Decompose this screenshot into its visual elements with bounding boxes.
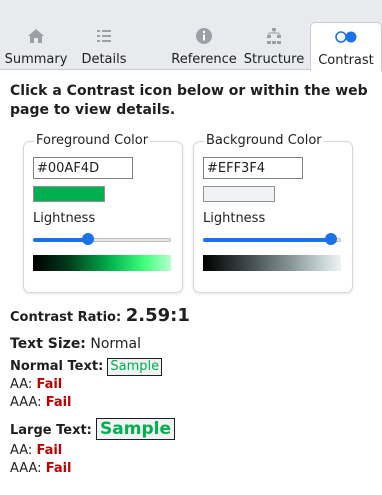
foreground-lightness-gradient (33, 255, 171, 271)
slider-thumb[interactable] (325, 233, 338, 245)
large-text-sample: Sample (96, 418, 175, 440)
tab-summary[interactable]: Summary (2, 22, 70, 70)
tab-reference[interactable]: Reference (164, 22, 244, 70)
contrast-results: Contrast Ratio: 2.59:1 Text Size: Normal… (10, 304, 372, 478)
background-lightness-slider[interactable] (203, 233, 341, 246)
tab-label: Contrast (318, 53, 374, 68)
normal-text-sample: Sample (107, 358, 163, 376)
intro-text: Click a Contrast icon below or within th… (10, 83, 368, 118)
aa-fail-status: Fail (36, 443, 63, 458)
normal-text-row: Normal Text: Sample (10, 358, 372, 376)
aa-label: AA: (10, 377, 33, 392)
background-color-panel: Background Color Lightness (193, 133, 353, 293)
contrast-ratio-row: Contrast Ratio: 2.59:1 (10, 304, 372, 328)
aaa-fail-status: Fail (45, 461, 72, 476)
foreground-swatch (33, 186, 105, 202)
aaa-label: AAA: (10, 395, 42, 410)
aa-fail-status: Fail (36, 377, 63, 392)
tab-label: Reference (171, 52, 237, 67)
large-text-row: Large Text: Sample (10, 418, 372, 442)
list-icon (70, 26, 138, 46)
aaa-fail-status: Fail (45, 395, 72, 410)
tab-label: Summary (4, 52, 68, 67)
normal-aaa-row: AAA: Fail (10, 394, 372, 412)
tab-label: Structure (243, 52, 305, 67)
foreground-color-panel: Foreground Color Lightness (23, 133, 183, 293)
aaa-label: AAA: (10, 461, 42, 476)
background-swatch (203, 186, 275, 202)
large-text-label: Large Text: (10, 423, 92, 438)
aa-label: AA: (10, 443, 33, 458)
color-panels: Foreground Color Lightness Background Co… (23, 133, 368, 293)
home-icon (2, 26, 70, 46)
foreground-legend: Foreground Color (34, 133, 151, 148)
text-size-value: Normal (90, 336, 142, 352)
slider-thumb[interactable] (82, 233, 95, 245)
foreground-hex-input[interactable] (33, 157, 133, 179)
tab-structure[interactable]: Structure (241, 22, 307, 70)
slider-fill (33, 238, 89, 242)
hierarchy-icon (241, 26, 307, 46)
tab-label: Details (81, 52, 127, 67)
background-legend: Background Color (204, 133, 324, 148)
contrast-ratio-value: 2.59:1 (125, 305, 190, 326)
normal-text-label: Normal Text: (10, 359, 104, 374)
text-size-row: Text Size: Normal (10, 334, 372, 354)
tab-bar: Summary Details Reference Structure Cont… (0, 0, 382, 71)
contrast-ratio-label: Contrast Ratio: (10, 310, 122, 325)
contrast-icon (311, 27, 381, 47)
normal-aa-row: AA: Fail (10, 376, 372, 394)
background-lightness-label: Lightness (203, 211, 266, 226)
background-hex-input[interactable] (203, 157, 303, 179)
tab-contrast[interactable]: Contrast (310, 22, 382, 71)
slider-fill (203, 238, 332, 242)
info-icon (164, 26, 244, 46)
contrast-panel: Click a Contrast icon below or within th… (10, 82, 372, 120)
foreground-lightness-slider[interactable] (33, 233, 171, 246)
tab-details[interactable]: Details (70, 22, 138, 70)
large-aaa-row: AAA: Fail (10, 460, 372, 478)
background-lightness-gradient (203, 255, 341, 271)
foreground-lightness-label: Lightness (33, 211, 96, 226)
text-size-label: Text Size: (10, 336, 86, 352)
large-aa-row: AA: Fail (10, 442, 372, 460)
